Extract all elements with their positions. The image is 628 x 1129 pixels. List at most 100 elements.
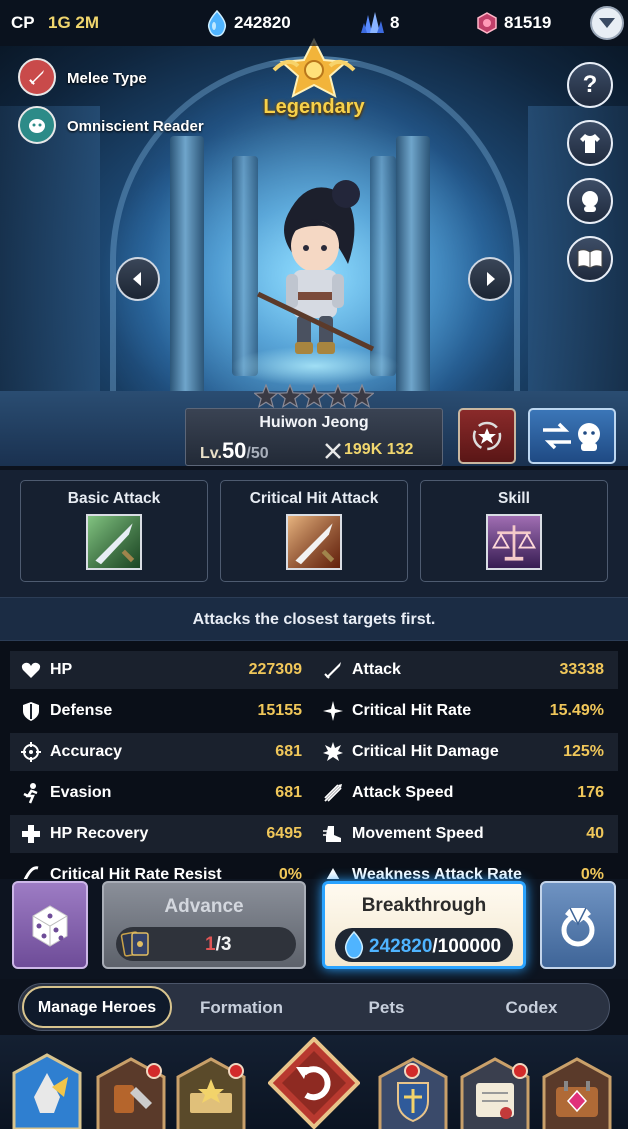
tab-pets[interactable]: Pets <box>329 984 444 1032</box>
stat-row: Defense 15155 Critical Hit Rate 15.49% <box>10 692 618 730</box>
tab-manage-heroes[interactable]: Manage Heroes <box>22 986 172 1028</box>
next-hero-button[interactable] <box>468 257 512 301</box>
stat-row: Critical Hit Rate Resist 0% Weakness Attac… <box>10 856 618 879</box>
hero-character <box>256 180 375 354</box>
story-button[interactable] <box>567 236 613 282</box>
stat-label: Attack Speed <box>352 784 454 801</box>
burst-icon <box>323 742 343 761</box>
dice-icon <box>32 905 68 947</box>
cards-icon <box>120 931 149 957</box>
ability-critical-hit-attack[interactable]: Critical Hit Attack <box>220 480 408 582</box>
breakthrough-have: 242820 <box>369 936 433 957</box>
stat-label: Evasion <box>50 784 112 801</box>
token-count: 81519 <box>504 13 552 32</box>
stat-value: 6495 <box>266 825 302 842</box>
shield-icon <box>23 702 39 721</box>
advance-button[interactable]: Advance 1/3 <box>102 881 306 969</box>
stat-label: Defense <box>50 702 113 719</box>
swap-arrows-icon <box>543 422 600 451</box>
breakthrough-label: Breakthrough <box>361 895 487 916</box>
notification-dot <box>512 1063 528 1079</box>
cp-label: CP <box>11 13 35 32</box>
speed-icon <box>324 784 342 802</box>
stat-row: HP Recovery 6495 Movement Speed 40 <box>10 815 618 853</box>
level-max: /50 <box>246 445 269 462</box>
ability-label: Basic Attack <box>67 490 161 507</box>
nav-shop-button[interactable] <box>542 1057 612 1129</box>
cp-value: 1G 2M <box>48 13 100 32</box>
heart-icon <box>21 662 41 678</box>
star-cycle-icon <box>472 421 502 451</box>
stat-label: Attack <box>352 661 401 678</box>
chevron-right-icon <box>487 272 495 286</box>
gem-count: 242820 <box>234 13 291 32</box>
tab-codex[interactable]: Codex <box>469 984 594 1032</box>
hero-level: Lv.50/50 <box>200 438 269 464</box>
plus-icon <box>22 825 40 843</box>
nav-return-button[interactable] <box>268 1037 360 1129</box>
chevron-down-icon <box>599 18 615 28</box>
stat-value: 15.49% <box>549 702 604 719</box>
pillar <box>170 136 204 396</box>
breakthrough-button[interactable]: Breakthrough 242820/100000 <box>322 881 526 969</box>
melee-type-icon <box>18 58 56 96</box>
boot-icon <box>323 826 341 842</box>
ring-equipment-button[interactable] <box>540 881 616 969</box>
sparkle-icon <box>323 701 343 721</box>
token-icon <box>477 12 497 34</box>
stat-row: HP 227309 Attack 33338 <box>10 651 618 689</box>
notification-dot <box>404 1063 420 1079</box>
affiliation-icon <box>18 106 56 144</box>
action-bar: Advance 1/3 Breakthrough 242820/100000 <box>0 879 628 979</box>
stat-value: 33338 <box>559 661 605 678</box>
ability-label: Critical Hit Attack <box>249 490 379 507</box>
stat-value: 681 <box>275 743 302 760</box>
stat-value: 125% <box>563 743 604 760</box>
scales-skill-icon <box>486 514 542 570</box>
help-button[interactable]: ? <box>567 62 613 108</box>
question-icon: ? <box>582 71 598 98</box>
ability-skill[interactable]: Skill <box>420 480 608 582</box>
blue-gem-icon <box>207 10 227 37</box>
book-icon <box>577 249 603 269</box>
notification-dot <box>228 1063 244 1079</box>
basic-attack-icon <box>86 514 142 570</box>
crosshair-icon <box>21 742 41 762</box>
profile-button[interactable] <box>567 178 613 224</box>
breakthrough-need: /100000 <box>432 936 502 957</box>
stats-panel: HP 227309 Attack 33338 Defense 15155 Critical … <box>0 641 628 879</box>
star-icon <box>349 384 374 409</box>
resist-icon <box>23 866 39 879</box>
ability-basic-attack[interactable]: Basic Attack <box>20 480 208 582</box>
affiliation-label: Omniscient Reader <box>67 118 204 135</box>
star-icon <box>277 384 303 409</box>
ability-label: Skill <box>498 490 530 507</box>
chevron-left-icon <box>133 272 141 286</box>
star-upgrade-button[interactable] <box>458 408 516 464</box>
tab-formation[interactable]: Formation <box>179 984 304 1032</box>
level-value: 50 <box>221 438 247 463</box>
top-bar: CP 1G 2M 242820 8 81519 <box>0 0 628 46</box>
hero-type-label: Melee Type <box>67 70 147 87</box>
hero-name: Huiwon Jeong <box>259 414 369 431</box>
pillar <box>396 136 430 396</box>
prev-hero-button[interactable] <box>116 257 160 301</box>
level-prefix: Lv. <box>200 445 222 462</box>
random-dice-button[interactable] <box>12 881 88 969</box>
stat-value: 176 <box>577 784 604 801</box>
wall-left <box>0 106 100 406</box>
stat-row: Accuracy 681 Critical Hit Damage 125% <box>10 733 618 771</box>
stat-label: HP <box>50 661 73 678</box>
swap-hero-button[interactable] <box>528 408 616 464</box>
shirt-icon <box>580 134 600 153</box>
menu-dropdown-button[interactable] <box>590 6 624 40</box>
blue-gem-icon <box>344 931 364 959</box>
stat-row: Evasion 681 Attack Speed 176 <box>10 774 618 812</box>
advance-count: 1/3 <box>205 934 231 956</box>
crystal-count: 8 <box>390 13 400 32</box>
crossed-swords-icon <box>325 443 341 459</box>
costume-button[interactable] <box>567 120 613 166</box>
dodge-icon <box>23 783 38 804</box>
star-icon <box>325 384 351 409</box>
nav-heroes-button[interactable] <box>12 1053 82 1129</box>
